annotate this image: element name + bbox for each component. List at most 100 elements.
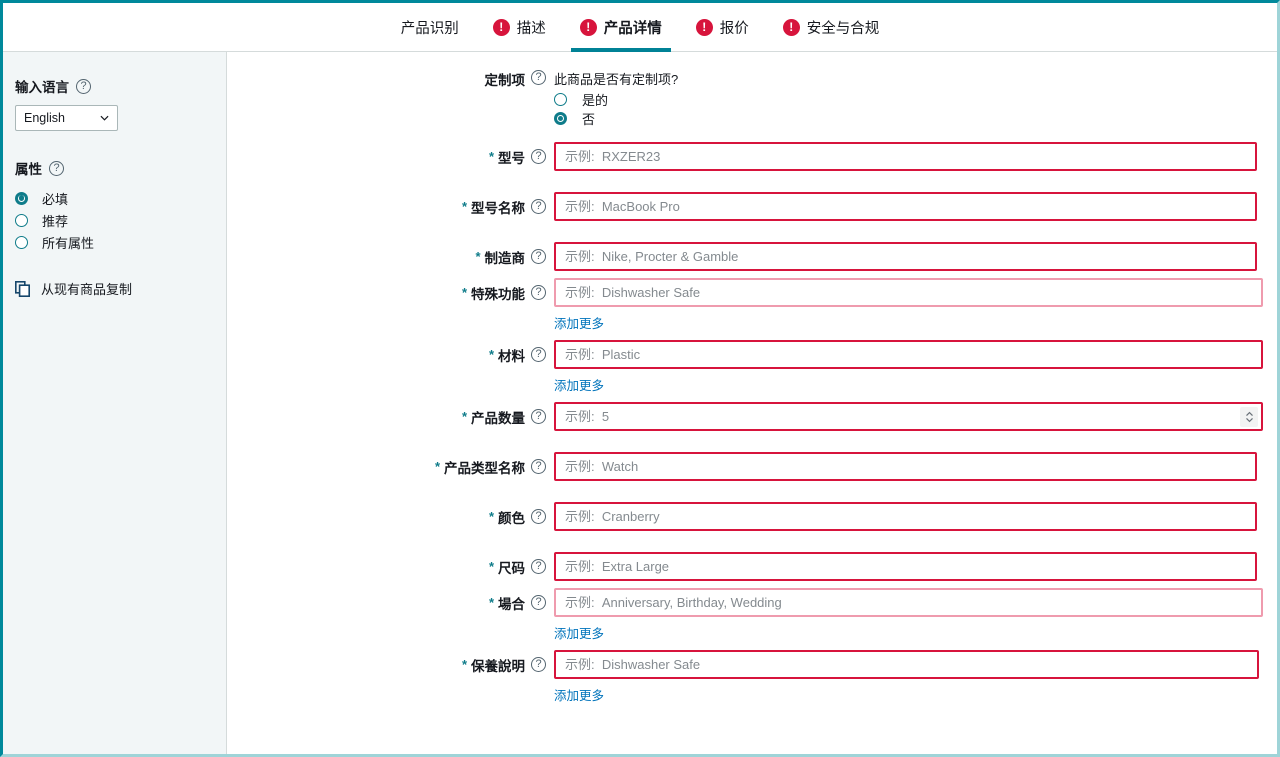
field-label-cell-6: * 产品类型名称? xyxy=(227,452,554,481)
field-label-cell-1: * 型号名称? xyxy=(227,192,554,221)
language-select-value: English xyxy=(24,111,65,125)
help-icon[interactable]: ? xyxy=(531,559,546,574)
required-marker: * xyxy=(488,509,494,524)
attribute-filter-option-label: 所有属性 xyxy=(42,235,95,251)
error-badge-icon: ! xyxy=(695,18,713,36)
form-row-9: * 場合? 添加更多 xyxy=(227,588,1277,643)
field-input-cell-0 xyxy=(554,142,1277,171)
copy-icon xyxy=(15,280,30,297)
field-label: 产品类型名称 xyxy=(444,460,525,476)
required-marker: * xyxy=(461,199,467,214)
error-badge-icon: ! xyxy=(782,18,800,36)
copy-from-existing-product-button[interactable]: 从现有商品复制 xyxy=(15,279,214,298)
field-input-9[interactable] xyxy=(554,588,1263,617)
customization-label-cell: 定制项 ? xyxy=(227,69,554,89)
field-input-0[interactable] xyxy=(554,142,1257,171)
customization-field-cell: 此商品是否有定制项? 是的否 xyxy=(554,69,1277,128)
field-input-8[interactable] xyxy=(554,552,1257,581)
required-marker: * xyxy=(488,559,494,574)
help-icon[interactable]: ? xyxy=(49,160,64,176)
page-body: 输入语言 ? English 属性 ? 必填 推荐 所有属性 从现有商品复制 定… xyxy=(3,52,1277,754)
field-input-cell-7 xyxy=(554,502,1277,531)
field-input-4[interactable] xyxy=(554,340,1263,369)
field-input-7[interactable] xyxy=(554,502,1257,531)
radio-button[interactable] xyxy=(15,191,28,205)
customization-label: 定制项 xyxy=(484,73,526,88)
field-input-cell-8 xyxy=(554,552,1277,581)
field-input-6[interactable] xyxy=(554,452,1257,481)
radio-button[interactable] xyxy=(554,93,567,106)
field-input-cell-9: 添加更多 xyxy=(554,588,1277,643)
add-more-link-9[interactable]: 添加更多 xyxy=(554,623,604,642)
field-label-cell-5: * 产品数量? xyxy=(227,402,554,431)
help-icon[interactable]: ? xyxy=(531,70,546,85)
tab-2[interactable]: ! 产品详情 xyxy=(563,3,679,52)
sidebar: 输入语言 ? English 属性 ? 必填 推荐 所有属性 从现有商品复制 xyxy=(3,52,227,754)
form-row-4: * 材料? 添加更多 xyxy=(227,340,1277,395)
attribute-filter-option-0[interactable]: 必填 xyxy=(15,187,214,209)
tab-0[interactable]: 产品识别 xyxy=(384,3,476,52)
add-more-link-3[interactable]: 添加更多 xyxy=(554,313,604,332)
copy-from-existing-product-label: 从现有商品复制 xyxy=(41,282,133,297)
language-select[interactable]: English xyxy=(15,105,118,131)
tab-3[interactable]: ! 报价 xyxy=(679,3,766,52)
field-input-cell-1 xyxy=(554,192,1277,221)
input-language-label: 输入语言 xyxy=(15,80,69,95)
required-marker: * xyxy=(488,595,494,610)
app-window: 产品识别! 描述! 产品详情! 报价! 安全与合规 输入语言 ? English 属性 … xyxy=(0,0,1280,757)
field-label: 場合 xyxy=(498,596,525,612)
help-icon[interactable]: ? xyxy=(531,595,546,610)
customization-option-label: 是的 xyxy=(582,93,609,108)
tab-4[interactable]: ! 安全与合规 xyxy=(766,3,897,52)
help-icon[interactable]: ? xyxy=(531,657,546,672)
customization-option-1[interactable]: 否 xyxy=(554,109,1267,128)
help-icon[interactable]: ? xyxy=(531,285,546,300)
field-label-cell-4: * 材料? xyxy=(227,340,554,369)
field-label-cell-3: * 特殊功能? xyxy=(227,278,554,307)
form-row-10: * 保養說明? 添加更多 xyxy=(227,650,1277,705)
attribute-filter-option-2[interactable]: 所有属性 xyxy=(15,231,214,253)
chevron-down-icon xyxy=(100,115,109,121)
help-icon[interactable]: ? xyxy=(531,509,546,524)
form-row-8: * 尺码? xyxy=(227,552,1277,581)
add-more-link-4[interactable]: 添加更多 xyxy=(554,375,604,394)
tab-1[interactable]: ! 描述 xyxy=(476,3,563,52)
field-label: 特殊功能 xyxy=(471,286,525,302)
field-input-cell-3: 添加更多 xyxy=(554,278,1277,333)
field-input-5[interactable] xyxy=(554,402,1263,431)
radio-button[interactable] xyxy=(15,213,28,227)
field-label: 材料 xyxy=(498,348,525,364)
help-icon[interactable]: ? xyxy=(531,409,546,424)
help-icon[interactable]: ? xyxy=(76,78,91,94)
attributes-heading: 属性 ? xyxy=(15,158,214,178)
tab-label: 报价 xyxy=(719,20,749,37)
customization-option-0[interactable]: 是的 xyxy=(554,90,1267,109)
attribute-filter-option-label: 必填 xyxy=(42,191,69,207)
help-icon[interactable]: ? xyxy=(531,249,546,264)
help-icon[interactable]: ? xyxy=(531,459,546,474)
tab-bar: 产品识别! 描述! 产品详情! 报价! 安全与合规 xyxy=(3,3,1277,52)
add-more-link-10[interactable]: 添加更多 xyxy=(554,685,604,704)
tab-label: 产品详情 xyxy=(603,20,662,37)
field-label-cell-2: * 制造商? xyxy=(227,242,554,271)
help-icon[interactable]: ? xyxy=(531,347,546,362)
help-icon[interactable]: ? xyxy=(531,149,546,164)
field-label-cell-0: * 型号? xyxy=(227,142,554,171)
field-input-1[interactable] xyxy=(554,192,1257,221)
help-icon[interactable]: ? xyxy=(531,199,546,214)
attribute-filter-group: 必填推荐所有属性 xyxy=(15,187,214,253)
radio-button[interactable] xyxy=(554,112,567,125)
field-input-10[interactable] xyxy=(554,650,1259,679)
radio-button[interactable] xyxy=(15,235,28,249)
number-stepper[interactable] xyxy=(1240,406,1258,427)
form-row-7: * 颜色? xyxy=(227,502,1277,531)
field-label: 尺码 xyxy=(498,560,525,576)
product-details-form: 定制项 ? 此商品是否有定制项? 是的否 *型号?*型号名称?*制造商?*特殊功… xyxy=(227,52,1277,754)
field-input-3[interactable] xyxy=(554,278,1263,307)
field-input-cell-4: 添加更多 xyxy=(554,340,1277,395)
field-input-2[interactable] xyxy=(554,242,1257,271)
attribute-filter-option-1[interactable]: 推荐 xyxy=(15,209,214,231)
field-label: 制造商 xyxy=(484,250,526,266)
form-row-0: * 型号? xyxy=(227,142,1277,171)
